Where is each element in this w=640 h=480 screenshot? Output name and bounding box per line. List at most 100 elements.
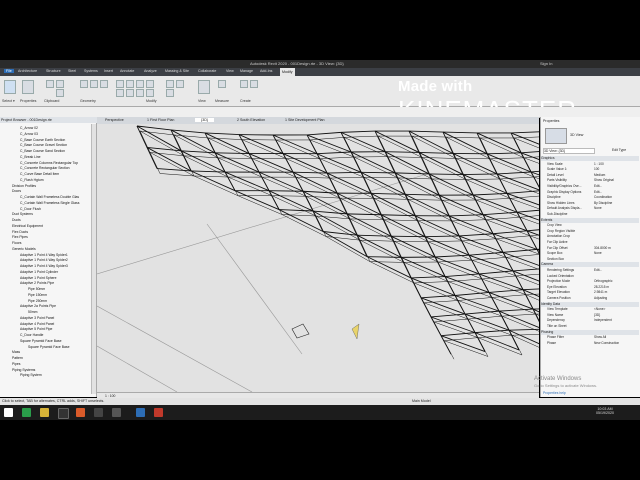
browser-item[interactable]: Adaptive 2a Points Pipe (20, 304, 56, 308)
property-row[interactable]: Show Hidden Lines By Discipline (543, 201, 638, 206)
browser-item[interactable]: Adaptive 5 Point Pipe (20, 327, 52, 331)
property-row[interactable]: Detail Level Medium (543, 173, 638, 178)
tab-architecture[interactable]: Architecture (18, 69, 37, 73)
browser-item[interactable]: Pattern (12, 356, 23, 360)
cope-button[interactable] (80, 80, 88, 88)
browser-item[interactable]: Square Pyramid Face Base (28, 345, 69, 349)
property-value[interactable]: None (594, 206, 602, 211)
property-row[interactable]: Phase Filter Show All (543, 335, 638, 340)
tab-collaborate[interactable]: Collaborate (198, 69, 216, 73)
browser-item[interactable]: C_Curtain Wall Frameless Double Glas (20, 195, 79, 199)
property-value[interactable]: Medium (594, 173, 605, 178)
browser-item[interactable]: Pipe 250mm (28, 299, 47, 303)
delete-button[interactable] (166, 89, 174, 97)
browser-item[interactable]: Ducts (12, 218, 21, 222)
property-row[interactable]: Dependency Independent (543, 318, 638, 323)
property-value[interactable]: By Discipline (594, 201, 612, 206)
space-frame-model[interactable] (97, 124, 539, 392)
properties-button[interactable] (22, 80, 34, 94)
view-tab-first-floor[interactable]: 1 First Floor Plan (147, 118, 174, 122)
browser-item[interactable]: Adaptive 1 Point 4 Way Spider3 (20, 264, 68, 268)
browser-item[interactable]: Adaptive 1 Point 4 Way Spider2 (20, 258, 68, 262)
cut-button[interactable] (56, 80, 64, 88)
property-value[interactable]: None (594, 251, 602, 256)
property-row[interactable]: Rendering Settings Edit... (543, 268, 638, 273)
copy-element-button[interactable] (116, 89, 124, 97)
property-row[interactable]: Phase New Construction (543, 341, 638, 346)
browser-item[interactable]: Division Profiles (12, 184, 36, 188)
browser-item[interactable]: Adaptive 1 Point 4 Way Spider1 (20, 253, 68, 257)
property-row[interactable]: Far Clip Active (543, 240, 638, 245)
property-row[interactable]: Annotation Crop (543, 234, 638, 239)
property-value[interactable]: 1 : 100 (594, 162, 604, 167)
tab-file[interactable]: File (4, 69, 14, 73)
scale-button[interactable] (166, 80, 174, 88)
settings-icon[interactable] (112, 408, 121, 417)
browser-item[interactable]: Pipes (12, 362, 20, 366)
browser-item[interactable]: Duct Systems (12, 212, 33, 216)
project-browser-scrollbar[interactable] (91, 124, 96, 394)
browser-item[interactable]: C_Door Flush (20, 207, 41, 211)
browser-item[interactable]: C_Curtain Wall Frameless Single Glass (20, 201, 79, 205)
panel-label-select[interactable]: Select ▾ (2, 99, 15, 103)
property-row[interactable]: Target Elevation 2.9841 m (543, 290, 638, 295)
trim-button[interactable] (136, 89, 144, 97)
instance-selector[interactable]: 3D View: {3D} (543, 148, 595, 154)
tab-manage[interactable]: Manage (240, 69, 253, 73)
revit-icon[interactable] (136, 408, 145, 417)
browser-item[interactable]: Pipe 150mm (28, 293, 47, 297)
browser-item[interactable]: Adaptive 1 Point Sphere (20, 276, 57, 280)
cut-geometry-button[interactable] (100, 80, 108, 88)
browser-item[interactable]: 50mm (28, 310, 37, 314)
property-row[interactable]: Default Analysis Displa... None (543, 206, 638, 211)
browser-item[interactable]: C_Concrete Rectangular Section (20, 166, 70, 170)
property-value[interactable]: 28.2215 m (594, 285, 609, 290)
browser-item[interactable]: Pipe 50mm (28, 287, 45, 291)
modify-tool-button[interactable] (4, 80, 16, 94)
property-group-header[interactable]: Graphics (541, 156, 639, 161)
align-button[interactable] (116, 80, 124, 88)
browser-item[interactable]: C_Base Course Gravel Section (20, 143, 67, 147)
property-value[interactable]: Independent (594, 318, 612, 323)
tab-annotate[interactable]: Annotate (120, 69, 134, 73)
property-value[interactable]: 2.9841 m (594, 290, 607, 295)
property-row[interactable]: Far Clip Offset 304.8000 m (543, 246, 638, 251)
property-value[interactable]: Edit... (594, 268, 602, 273)
property-row[interactable]: Eye Elevation 28.2215 m (543, 285, 638, 290)
rotate-button[interactable] (126, 89, 134, 97)
browser-item[interactable]: Generic Models (12, 247, 36, 251)
browser-item[interactable]: C_Concrete Columns Rectangular Top (20, 161, 78, 165)
browser-item[interactable]: Doors (12, 189, 21, 193)
property-row[interactable]: Scope Box None (543, 251, 638, 256)
tab-systems[interactable]: Systems (84, 69, 98, 73)
3d-viewport[interactable] (97, 124, 539, 392)
property-value[interactable]: <None> (594, 307, 605, 312)
property-value[interactable]: New Construction (594, 341, 619, 346)
browser-item[interactable]: C_Curve Base Detail Item (20, 172, 59, 176)
view-tab-site-plan[interactable]: 1 Site Development Plan (285, 118, 325, 122)
browser-item[interactable]: Adaptive 2 Points Pipe (20, 281, 54, 285)
browser-item[interactable]: C_Base Course Sand Section (20, 149, 65, 153)
view-tab-south-elevation[interactable]: 2 South Elevation (237, 118, 265, 122)
browser-item[interactable]: Mass (12, 350, 20, 354)
array-button[interactable] (146, 89, 154, 97)
browser-item[interactable]: C_Door Handle (20, 333, 43, 337)
view-tab-perspective[interactable]: Perspective (105, 118, 124, 122)
browser-item[interactable]: Adaptive 3 Point Panel (20, 316, 54, 320)
adaptive-point-marker[interactable] (291, 323, 310, 339)
join-button[interactable] (90, 80, 98, 88)
property-value[interactable]: Coordination (594, 195, 612, 200)
property-group-header[interactable]: Identity Data (541, 301, 639, 307)
property-row[interactable]: Graphic Display Options Edit... (543, 190, 638, 195)
property-row[interactable]: View Name {3D} (543, 313, 638, 318)
property-row[interactable]: Crop Region Visible (543, 229, 638, 234)
view-tab-3d[interactable]: {3D} (195, 118, 214, 122)
tab-insert[interactable]: Insert (104, 69, 113, 73)
property-row[interactable]: Projection Mode Orthographic (543, 279, 638, 284)
browser-item[interactable]: Adaptive 1 Point Cylinder (20, 270, 58, 274)
property-value[interactable]: Orthographic (594, 279, 612, 284)
property-row[interactable]: View Template <None> (543, 307, 638, 312)
sign-in-link[interactable]: Sign In (540, 61, 552, 66)
browser-item[interactable]: C_Flash Hgtum (20, 178, 44, 182)
properties-help-link[interactable]: Properties help (543, 391, 566, 395)
